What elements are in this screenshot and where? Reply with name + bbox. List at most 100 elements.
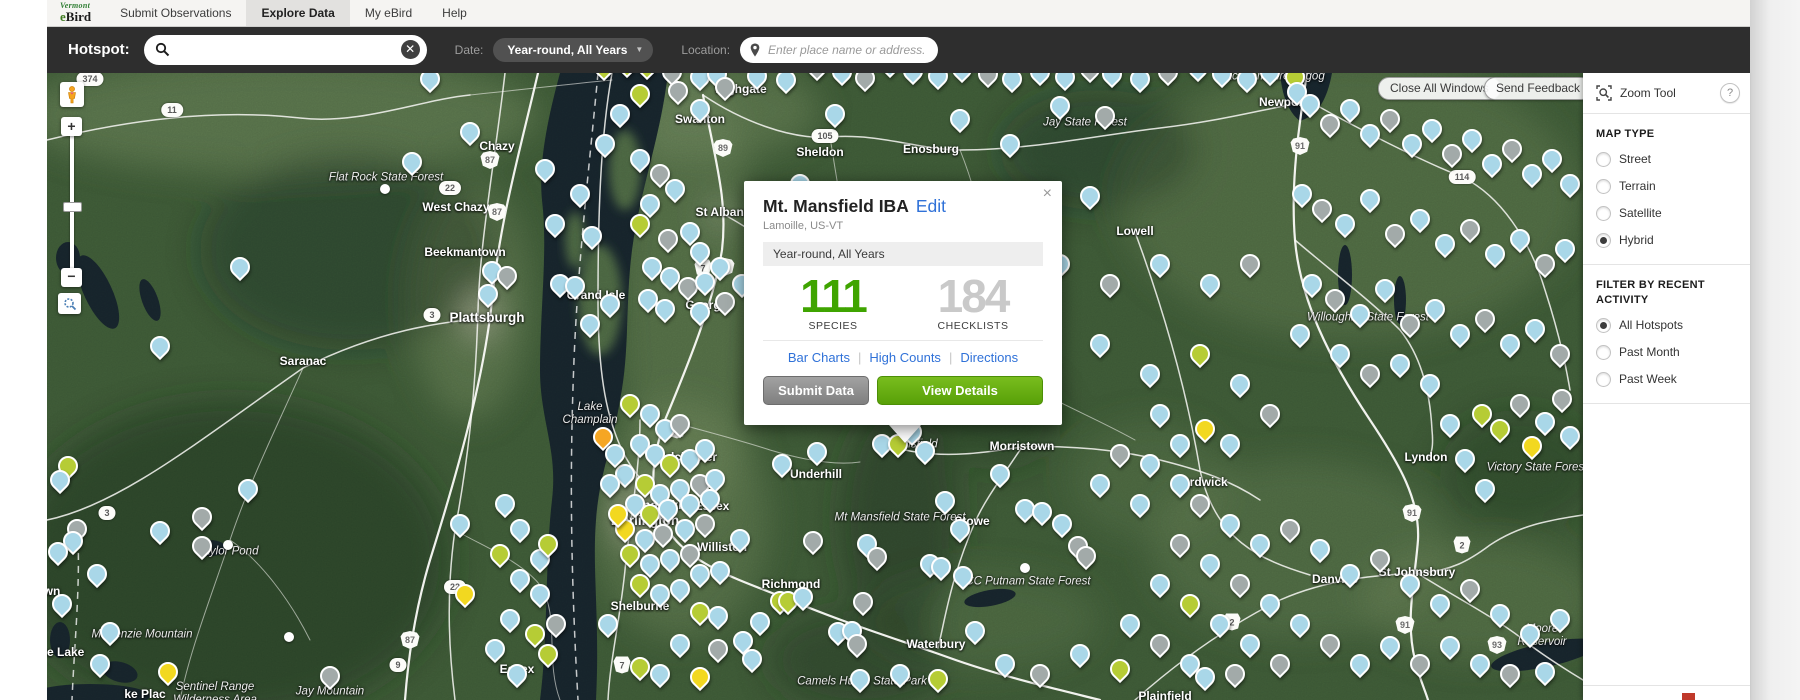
hotspot-marker[interactable] <box>1551 235 1579 263</box>
popup-link-high-counts[interactable]: High Counts <box>869 350 941 365</box>
hotspot-marker[interactable] <box>1191 415 1219 443</box>
hotspot-marker[interactable] <box>491 490 519 518</box>
map-type-option-satellite[interactable]: Satellite <box>1583 200 1750 227</box>
hotspot-marker[interactable] <box>578 222 606 250</box>
hotspot-marker[interactable] <box>1216 430 1244 458</box>
hotspot-marker[interactable] <box>1406 205 1434 233</box>
hotspot-marker[interactable] <box>1186 340 1214 368</box>
popup-close-icon[interactable]: × <box>1043 185 1052 203</box>
hotspot-marker[interactable] <box>474 280 502 308</box>
hotspot-marker[interactable] <box>1316 630 1344 658</box>
hotspot-marker[interactable] <box>590 73 618 81</box>
hotspot-marker[interactable] <box>1471 475 1499 503</box>
hotspot-marker[interactable] <box>799 527 827 555</box>
hotspot-marker[interactable] <box>1196 550 1224 578</box>
hotspot-marker[interactable] <box>998 73 1026 93</box>
hotspot-marker[interactable] <box>1518 160 1546 188</box>
hotspot-marker[interactable] <box>1316 110 1344 138</box>
menu-item-submit-observations[interactable]: Submit Observations <box>105 0 246 26</box>
hotspot-marker[interactable] <box>526 580 554 608</box>
hotspot-marker[interactable] <box>1356 185 1384 213</box>
hotspot-marker[interactable] <box>1431 230 1459 258</box>
submit-data-button[interactable]: Submit Data <box>763 376 869 405</box>
hotspot-marker[interactable] <box>1154 73 1182 86</box>
hotspot-marker[interactable] <box>1418 115 1446 143</box>
hotspot-marker[interactable] <box>1456 215 1484 243</box>
hotspot-marker[interactable] <box>1298 270 1326 298</box>
hotspot-marker[interactable] <box>1098 73 1126 88</box>
hotspot-marker[interactable] <box>1376 105 1404 133</box>
hotspot-marker[interactable] <box>486 540 514 568</box>
popup-edit-link[interactable]: Edit <box>916 196 946 216</box>
hotspot-marker[interactable] <box>1186 490 1214 518</box>
hotspot-marker[interactable] <box>416 73 444 93</box>
hotspot-marker[interactable] <box>706 557 734 585</box>
hotspot-marker[interactable] <box>1356 360 1384 388</box>
hotspot-marker[interactable] <box>1531 250 1559 278</box>
hotspot-marker[interactable] <box>1086 330 1114 358</box>
hotspot-marker[interactable] <box>576 310 604 338</box>
hotspot-marker[interactable] <box>613 73 641 78</box>
hotspot-marker[interactable] <box>772 73 800 94</box>
hotspot-marker[interactable] <box>654 225 682 253</box>
hotspot-marker[interactable] <box>1498 135 1526 163</box>
hotspot-marker[interactable] <box>991 650 1019 678</box>
hotspot-marker[interactable] <box>1126 73 1154 93</box>
hotspot-marker[interactable] <box>1166 470 1194 498</box>
hotspot-marker[interactable] <box>1436 632 1464 660</box>
hotspot-marker[interactable] <box>1276 515 1304 543</box>
hotspot-marker[interactable] <box>284 632 294 642</box>
hotspot-marker[interactable] <box>803 438 831 466</box>
hotspot-marker[interactable] <box>1478 150 1506 178</box>
hotspot-marker[interactable] <box>1256 590 1284 618</box>
hotspot-marker[interactable] <box>1416 370 1444 398</box>
hotspot-marker[interactable] <box>1166 530 1194 558</box>
hotspot-marker[interactable] <box>1236 630 1264 658</box>
date-dropdown[interactable]: Year-round, All Years ▼ <box>493 38 653 62</box>
hotspot-marker[interactable] <box>1356 120 1384 148</box>
hotspot-marker[interactable] <box>633 73 661 80</box>
hotspot-marker[interactable] <box>1116 610 1144 638</box>
zoom-slider-handle[interactable] <box>63 202 82 212</box>
hotspot-marker[interactable] <box>1438 140 1466 168</box>
hotspot-marker[interactable] <box>223 540 233 550</box>
hotspot-marker[interactable] <box>1246 530 1274 558</box>
hotspot-marker[interactable] <box>1226 370 1254 398</box>
hotspot-marker[interactable] <box>380 184 390 194</box>
location-input[interactable] <box>766 42 928 58</box>
map-type-option-street[interactable]: Street <box>1583 146 1750 173</box>
zoom-in-button[interactable]: + <box>61 117 82 136</box>
hotspot-marker[interactable] <box>1026 660 1054 688</box>
hotspot-marker[interactable] <box>1096 270 1124 298</box>
hotspot-marker[interactable] <box>1481 240 1509 268</box>
hotspot-marker[interactable] <box>686 663 714 691</box>
hotspot-marker[interactable] <box>1436 410 1464 438</box>
hotspot-marker[interactable] <box>1216 510 1244 538</box>
hotspot-marker[interactable] <box>506 515 534 543</box>
popup-link-bar-charts[interactable]: Bar Charts <box>788 350 850 365</box>
hotspot-marker[interactable] <box>566 180 594 208</box>
hotspot-marker[interactable] <box>496 605 524 633</box>
vermont-ebird-logo[interactable]: Vermont eBird <box>47 0 105 26</box>
hotspot-marker[interactable] <box>1531 658 1559 686</box>
hotspot-marker[interactable] <box>1020 563 1030 573</box>
zoom-to-area-button[interactable] <box>58 293 81 314</box>
location-search-box[interactable] <box>740 37 938 63</box>
hotspot-marker[interactable] <box>1321 285 1349 313</box>
hotspot-marker[interactable] <box>1286 610 1314 638</box>
hotspot-marker[interactable] <box>1398 130 1426 158</box>
hotspot-marker[interactable] <box>1371 275 1399 303</box>
map-type-option-hybrid[interactable]: Hybrid <box>1583 227 1750 254</box>
hotspot-marker[interactable] <box>1136 360 1164 388</box>
hotspot-marker[interactable] <box>1556 422 1583 450</box>
menu-item-explore-data[interactable]: Explore Data <box>246 0 349 26</box>
popup-link-directions[interactable]: Directions <box>960 350 1018 365</box>
hotspot-marker[interactable] <box>1184 73 1212 82</box>
hotspot-marker[interactable] <box>704 635 732 663</box>
hotspot-marker[interactable] <box>851 73 879 92</box>
hotspot-marker[interactable] <box>1336 95 1364 123</box>
hotspot-marker[interactable] <box>1346 650 1374 678</box>
map-type-option-terrain[interactable]: Terrain <box>1583 173 1750 200</box>
hotspot-marker[interactable] <box>1496 330 1524 358</box>
hotspot-marker[interactable] <box>666 575 694 603</box>
